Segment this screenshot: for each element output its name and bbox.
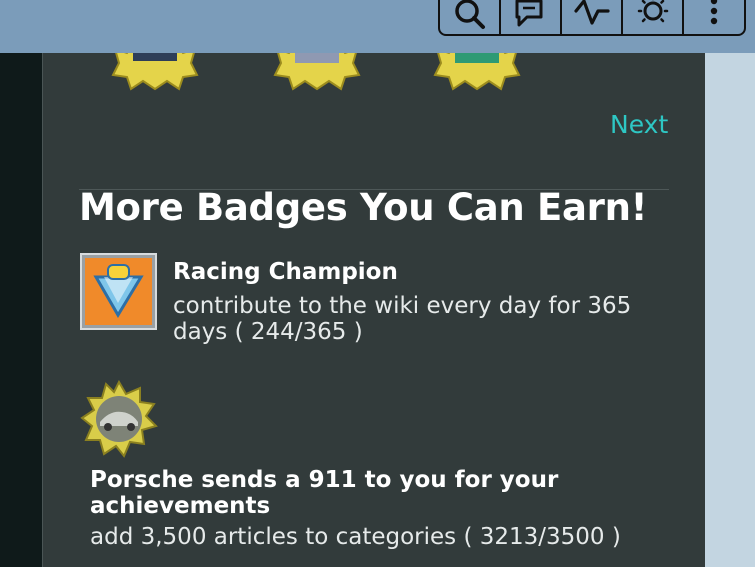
badge-description: add 3,500 articles to categories ( 3213/… [90, 524, 621, 550]
badge-description: contribute to the wiki every day for 365… [173, 293, 632, 345]
badges-panel: Next More Badges You Can Earn! Racing Ch… [42, 39, 705, 567]
left-rail [0, 53, 42, 567]
next-link[interactable]: Next [610, 110, 668, 139]
theme-icon [637, 0, 668, 23]
theme-button[interactable] [623, 0, 684, 34]
badge-title: Racing Champion [173, 259, 398, 285]
discussion-button[interactable] [501, 0, 562, 34]
badge-title: Porsche sends a 911 to you for your achi… [90, 467, 559, 519]
section-heading: More Badges You Can Earn! [79, 186, 648, 229]
more-icon [710, 0, 718, 25]
porsche-badge-icon [80, 380, 158, 458]
racing-champion-badge-icon [80, 253, 157, 330]
activity-button[interactable] [562, 0, 623, 34]
more-button[interactable] [684, 0, 744, 34]
search-icon [454, 0, 485, 29]
discussion-icon [515, 0, 542, 27]
activity-icon [573, 0, 610, 25]
toolbar [438, 0, 746, 36]
search-button[interactable] [440, 0, 501, 34]
top-bar [0, 0, 755, 53]
page-background [705, 53, 755, 567]
